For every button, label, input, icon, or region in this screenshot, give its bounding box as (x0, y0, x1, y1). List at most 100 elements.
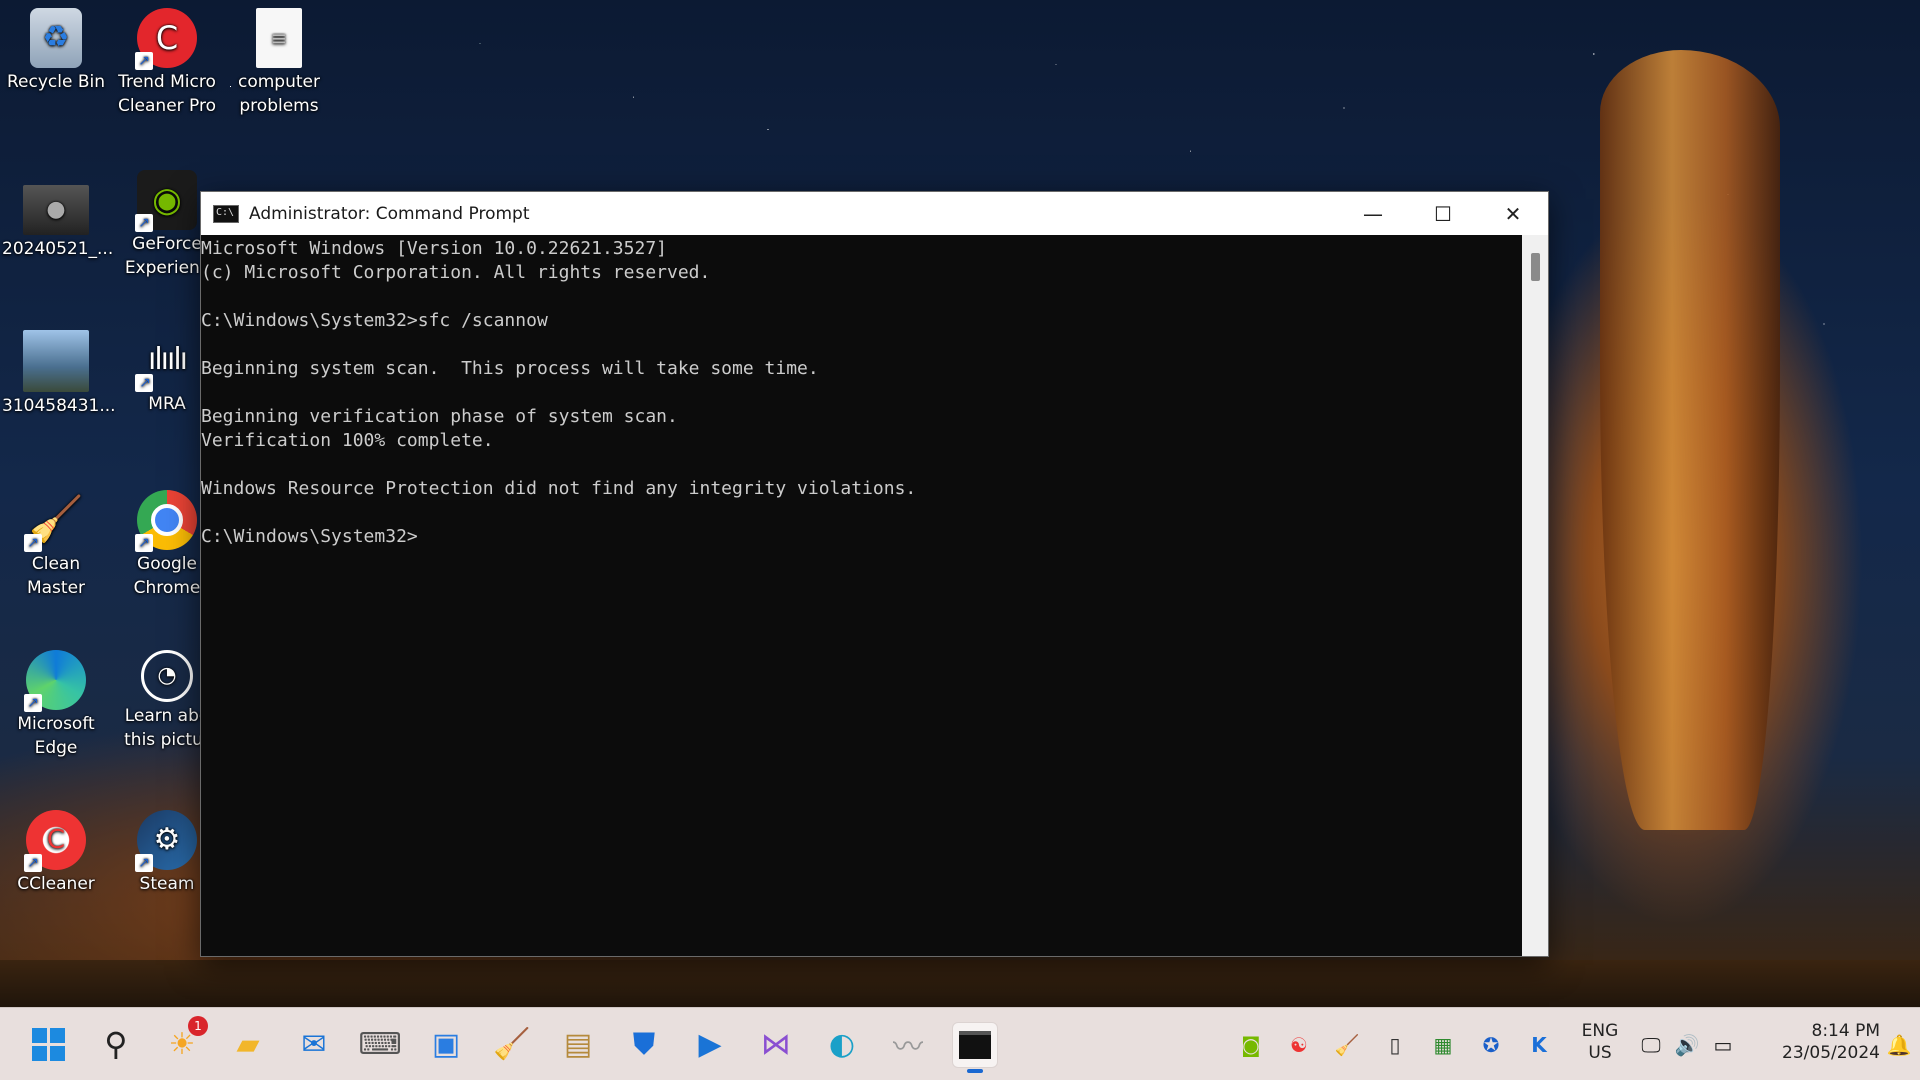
minimize-button[interactable]: — (1338, 192, 1408, 235)
taskbar-mail[interactable]: ✉ (292, 1022, 336, 1066)
taskbar-edge[interactable]: ◐ (820, 1022, 864, 1066)
broom-icon: 🧹 ↗ (24, 490, 86, 552)
desktop-icon-computer-problems[interactable]: ≡ computer problems (225, 8, 333, 118)
tray-usb[interactable]: ▯ (1380, 1030, 1410, 1060)
archive-icon: ▤ (563, 1026, 593, 1062)
close-button[interactable]: ✕ (1478, 192, 1548, 235)
edge-icon: ◐ (828, 1026, 856, 1062)
notification-bell-icon: 🔔 (1886, 1033, 1912, 1057)
desktop-icon-label: computer problems (238, 72, 320, 116)
desktop-icon-label: 20240521_... (2, 239, 114, 259)
desktop-icon-label: Microsoft Edge (17, 714, 95, 758)
weather-widget-button[interactable]: ☀ 1 (160, 1016, 208, 1066)
nvidia-icon: ◙ (1241, 1033, 1261, 1057)
edge-icon: ↗ (24, 650, 86, 712)
ccleaner-icon: ☯ (1290, 1033, 1308, 1057)
chrome-center-icon (151, 504, 183, 536)
clock-date: 23/05/2024 (1782, 1043, 1880, 1063)
shortcut-arrow-icon: ↗ (135, 52, 153, 70)
desktop-icon-trend-micro[interactable]: C ↗ Trend Micro Cleaner Pro (113, 8, 221, 118)
command-prompt-window[interactable]: C:\ Administrator: Command Prompt — ☐ ✕ … (200, 191, 1549, 957)
windows-logo-icon (31, 1027, 65, 1061)
taskbar-file-explorer[interactable]: ▰ (226, 1022, 270, 1066)
desktop-icon-label: Recycle Bin (6, 72, 105, 92)
visual-studio-icon: ⋈ (761, 1026, 791, 1062)
nvidia-geforce-icon: ◉ ↗ (135, 170, 197, 232)
language-region: US (1588, 1043, 1612, 1063)
audio-wave-icon: ılıılı ↗ (135, 330, 197, 392)
folder-icon: ▰ (236, 1026, 260, 1062)
tray-network[interactable]: 🖵 (1636, 1030, 1666, 1060)
broom-icon: 🧹 (1334, 1033, 1360, 1057)
shortcut-arrow-icon: ↗ (135, 374, 153, 392)
tray-nvidia[interactable]: ◙ (1236, 1030, 1266, 1060)
tray-volume[interactable]: 🔊 (1672, 1030, 1702, 1060)
desktop-icon-label: Trend Micro Cleaner Pro (117, 72, 217, 116)
notification-center-button[interactable]: 🔔 (1884, 1030, 1914, 1060)
window-titlebar[interactable]: C:\ Administrator: Command Prompt — ☐ ✕ (201, 192, 1548, 235)
tray-battery[interactable]: ▭ (1708, 1030, 1738, 1060)
media-play-icon: ▶ (698, 1026, 722, 1062)
trend-micro-icon: ✪ (1482, 1033, 1500, 1057)
camera-icon: ◔ (141, 650, 193, 702)
shortcut-arrow-icon: ↗ (24, 534, 42, 552)
language-indicator[interactable]: ENG US (1575, 1020, 1625, 1064)
system-clock[interactable]: 8:14 PM 23/05/2024 (1750, 1020, 1880, 1064)
taskbar-app-audio[interactable]: 〰 (886, 1022, 930, 1066)
audio-wave-icon: 〰 (893, 1030, 923, 1065)
start-button[interactable] (26, 1022, 70, 1066)
desktop-icon-ccleaner[interactable]: C ↗ CCleaner (2, 810, 110, 896)
console-output[interactable]: Microsoft Windows [Version 10.0.22621.35… (201, 235, 1522, 956)
cmd-app-icon: C:\ (213, 204, 239, 223)
notification-badge: 1 (188, 1016, 208, 1036)
network-icon: 🖵 (1641, 1033, 1661, 1057)
shortcut-arrow-icon: ↗ (24, 694, 42, 712)
image-file-icon (23, 330, 89, 392)
speaker-icon: 🔊 (1674, 1033, 1700, 1057)
mail-icon: ✉ (301, 1026, 327, 1062)
clock-time: 8:14 PM (1811, 1021, 1881, 1041)
ccleaner-icon: C ↗ (24, 810, 86, 872)
desktop-icon-label: Clean Master (26, 554, 86, 598)
terminal-icon (959, 1031, 991, 1059)
desktop-icon-310458431[interactable]: 310458431... (2, 330, 116, 418)
taskbar-app-archive[interactable]: ▤ (556, 1022, 600, 1066)
steam-icon: ⚙ ↗ (135, 810, 197, 872)
trend-micro-icon: C ↗ (135, 8, 197, 70)
chrome-icon: ↗ (135, 490, 197, 552)
shortcut-arrow-icon: ↗ (135, 214, 153, 232)
taskbar-command-prompt[interactable] (952, 1022, 998, 1073)
search-icon: ⚲ (104, 1025, 128, 1063)
shield-icon: ⛊ (632, 1026, 656, 1062)
tray-clean-master[interactable]: 🧹 (1332, 1030, 1362, 1060)
desktop-icon-20240521[interactable]: ● 20240521_... (2, 185, 114, 261)
desktop-icon-microsoft-edge[interactable]: ↗ Microsoft Edge (2, 650, 110, 760)
shortcut-arrow-icon: ↗ (24, 854, 42, 872)
taskbar-visual-studio[interactable]: ⋈ (754, 1022, 798, 1066)
desktop-icon-recycle-bin[interactable]: ♻ Recycle Bin (2, 8, 110, 94)
tray-app-green[interactable]: ▦ (1428, 1030, 1458, 1060)
desktop-icon-label: 310458431... (2, 396, 116, 416)
text-document-icon: ≡ (256, 8, 302, 68)
taskbar-app-keyboard[interactable]: ⌨ (358, 1022, 402, 1066)
shortcut-arrow-icon: ↗ (135, 854, 153, 872)
taskbar: ⚲ ☀ 1 ▰ ✉ ⌨ ▣ 🧹 ▤ ⛊ ▶ ⋈ ◐ 〰 ◙ ☯ 🧹 ▯ ▦ ✪ … (0, 1007, 1920, 1080)
window-title: Administrator: Command Prompt (249, 203, 530, 224)
taskbar-app-remote[interactable]: ▣ (424, 1022, 468, 1066)
k-letter-icon: K (1531, 1033, 1547, 1057)
tray-k-app[interactable]: K (1524, 1030, 1554, 1060)
broom-icon: 🧹 (493, 1026, 531, 1062)
green-app-icon: ▦ (1433, 1033, 1453, 1057)
desktop-icon-clean-master[interactable]: 🧹 ↗ Clean Master (2, 490, 110, 600)
taskbar-security[interactable]: ⛊ (622, 1022, 666, 1066)
taskbar-clean-master[interactable]: 🧹 (490, 1022, 534, 1066)
shortcut-arrow-icon: ↗ (135, 534, 153, 552)
maximize-button[interactable]: ☐ (1408, 192, 1478, 235)
vertical-scrollbar[interactable] (1522, 235, 1548, 956)
taskbar-media-player[interactable]: ▶ (688, 1022, 732, 1066)
search-button[interactable]: ⚲ (94, 1022, 138, 1066)
wallpaper-rock (1600, 50, 1780, 830)
scrollbar-thumb[interactable] (1531, 253, 1540, 281)
tray-trend-micro[interactable]: ✪ (1476, 1030, 1506, 1060)
tray-ccleaner[interactable]: ☯ (1284, 1030, 1314, 1060)
